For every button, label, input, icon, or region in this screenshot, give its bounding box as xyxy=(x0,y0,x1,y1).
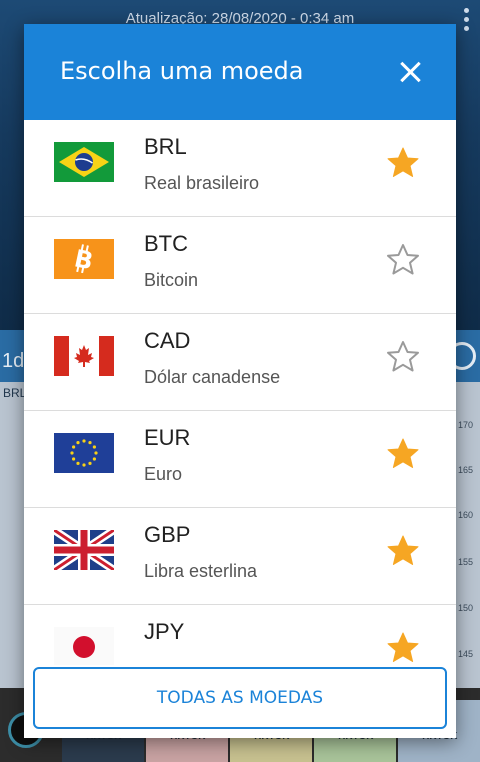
currency-row-eur[interactable]: EUR Euro xyxy=(24,411,456,508)
japan-flag-icon xyxy=(54,627,114,665)
star-filled-icon[interactable] xyxy=(386,534,420,568)
star-filled-icon[interactable] xyxy=(386,437,420,471)
star-filled-icon[interactable] xyxy=(386,146,420,180)
axis-tick: 170 xyxy=(458,420,474,430)
all-currencies-button[interactable]: TODAS AS MOEDAS xyxy=(33,667,447,729)
currency-name: Dólar canadense xyxy=(144,367,281,387)
currency-name: Euro xyxy=(144,464,183,484)
axis-tick: 160 xyxy=(458,510,474,520)
star-filled-icon[interactable] xyxy=(386,631,420,665)
overflow-menu-icon[interactable] xyxy=(464,8,470,35)
currency-row-cad[interactable]: CAD Dólar canadense xyxy=(24,314,456,411)
currency-list: BRL Real brasileiro B BTC Bitcoin CAD Dó… xyxy=(24,120,456,665)
star-outline-icon[interactable] xyxy=(386,340,420,374)
axis-tick: 165 xyxy=(458,465,474,475)
currency-code: CAD xyxy=(144,328,191,353)
chart-label: BRL xyxy=(3,386,27,400)
brazil-flag-icon xyxy=(54,142,114,182)
currency-code: EUR xyxy=(144,425,191,450)
currency-name: Bitcoin xyxy=(144,270,199,290)
currency-code: BRL xyxy=(144,134,187,159)
axis-tick: 150 xyxy=(458,603,474,613)
uk-flag-icon xyxy=(54,530,114,570)
axis-tick: 145 xyxy=(458,649,474,659)
eu-flag-icon xyxy=(54,433,114,473)
currency-code: GBP xyxy=(144,522,191,547)
period-selector[interactable]: 1d xyxy=(2,350,24,373)
currency-name: Libra esterlina xyxy=(144,561,258,581)
axis-tick: 155 xyxy=(458,557,474,567)
star-outline-icon[interactable] xyxy=(386,243,420,277)
currency-name: Real brasileiro xyxy=(144,173,260,193)
close-icon[interactable] xyxy=(390,52,430,92)
currency-picker-dialog: Escolha uma moeda BRL Real brasileiro B xyxy=(24,24,456,738)
currency-row-jpy[interactable]: JPY xyxy=(24,605,456,665)
currency-row-btc[interactable]: B BTC Bitcoin xyxy=(24,217,456,314)
bitcoin-logo-icon: B xyxy=(54,239,114,279)
canada-flag-icon xyxy=(54,336,114,376)
currency-code: JPY xyxy=(144,619,185,644)
currency-row-gbp[interactable]: GBP Libra esterlina xyxy=(24,508,456,605)
currency-row-brl[interactable]: BRL Real brasileiro xyxy=(24,120,456,217)
currency-code: BTC xyxy=(144,231,188,256)
dialog-title: Escolha uma moeda xyxy=(60,57,304,85)
dialog-header: Escolha uma moeda xyxy=(24,24,456,120)
